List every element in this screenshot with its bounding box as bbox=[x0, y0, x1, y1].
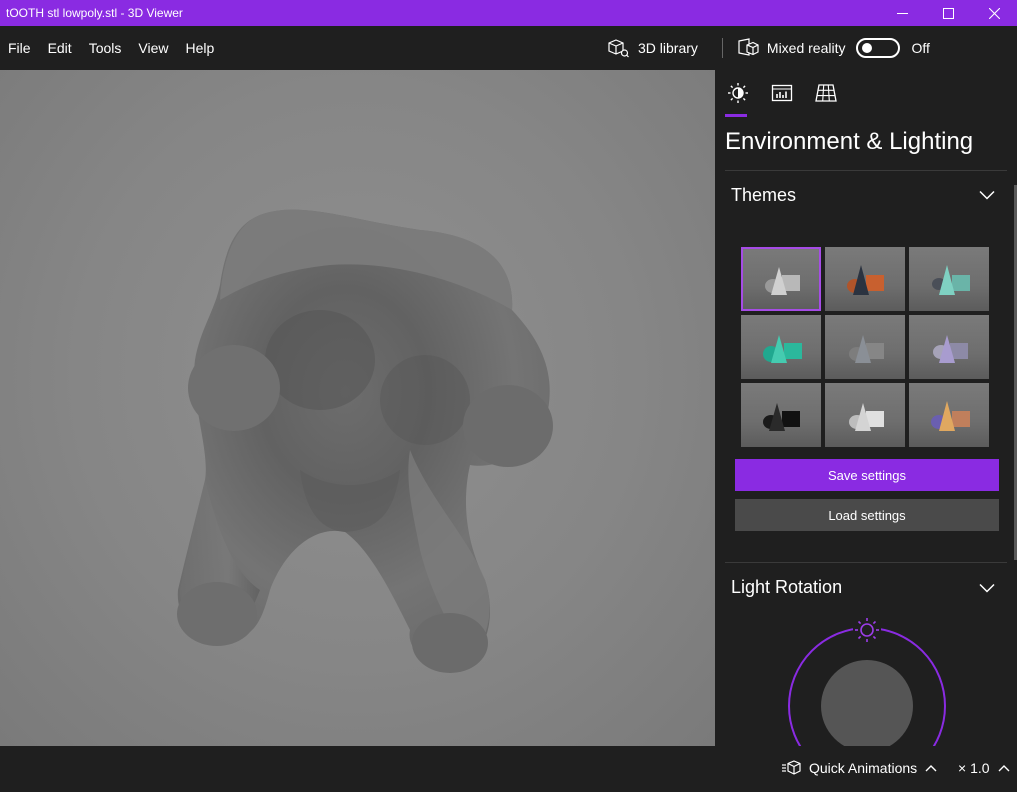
toggle-knob bbox=[861, 43, 872, 53]
mixed-reality-toggle[interactable] bbox=[855, 38, 900, 58]
theme-thumbnail-7[interactable] bbox=[741, 383, 821, 447]
quick-animations-label: Quick Animations bbox=[809, 760, 918, 776]
panel-divider bbox=[725, 562, 1007, 563]
panel-tabs bbox=[725, 82, 857, 117]
light-rotation-dial[interactable] bbox=[775, 610, 955, 746]
quick-animations-button[interactable]: Quick Animations bbox=[782, 760, 944, 776]
load-settings-button[interactable]: Load settings bbox=[735, 499, 999, 531]
tab-stats[interactable] bbox=[769, 82, 813, 116]
chevron-up-icon bbox=[998, 765, 1010, 772]
tab-grid[interactable] bbox=[813, 82, 857, 116]
themes-section-title[interactable]: Themes bbox=[731, 185, 796, 206]
maximize-button[interactable] bbox=[925, 0, 971, 26]
minimize-button[interactable] bbox=[879, 0, 925, 26]
tab-environment-lighting[interactable] bbox=[725, 82, 769, 117]
3d-library-label: 3D library bbox=[638, 40, 698, 56]
menu-edit[interactable]: Edit bbox=[40, 26, 80, 70]
theme-thumbnail-3[interactable] bbox=[909, 247, 989, 311]
status-bar: Quick Animations × 1.0 bbox=[0, 746, 1017, 792]
menu-file[interactable]: File bbox=[0, 26, 39, 70]
theme-thumbnail-6[interactable] bbox=[909, 315, 989, 379]
chevron-down-icon[interactable] bbox=[979, 190, 995, 200]
chevron-up-icon bbox=[925, 765, 937, 772]
tooth-model[interactable] bbox=[0, 70, 715, 746]
cube-icon bbox=[608, 39, 629, 58]
theme-thumbnail-9[interactable] bbox=[909, 383, 989, 447]
menu-view[interactable]: View bbox=[130, 26, 176, 70]
grid-icon bbox=[815, 84, 837, 102]
theme-thumbnail-4[interactable] bbox=[741, 315, 821, 379]
panel-heading: Environment & Lighting bbox=[725, 128, 974, 155]
minimize-icon bbox=[896, 12, 908, 14]
3d-viewport[interactable] bbox=[0, 70, 715, 746]
speed-label: × 1.0 bbox=[958, 760, 990, 776]
save-settings-button[interactable]: Save settings bbox=[735, 459, 999, 491]
chevron-down-icon[interactable] bbox=[979, 583, 995, 593]
maximize-icon bbox=[942, 7, 954, 19]
theme-thumbnail-2[interactable] bbox=[825, 247, 905, 311]
theme-grid bbox=[741, 247, 990, 447]
theme-thumbnail-1[interactable] bbox=[741, 247, 821, 311]
title-bar: tOOTH stl lowpoly.stl - 3D Viewer bbox=[0, 0, 1017, 26]
side-panel: Environment & Lighting Themes Save setti… bbox=[715, 70, 1017, 746]
app-window: tOOTH stl lowpoly.stl - 3D Viewer File E… bbox=[0, 0, 1017, 792]
theme-thumbnail-5[interactable] bbox=[825, 315, 905, 379]
close-icon bbox=[988, 7, 1000, 19]
close-button[interactable] bbox=[971, 0, 1017, 26]
theme-thumbnail-8[interactable] bbox=[825, 383, 905, 447]
speed-button[interactable]: × 1.0 bbox=[958, 760, 1010, 776]
stats-icon bbox=[771, 84, 793, 102]
3d-library-button[interactable]: 3D library bbox=[608, 38, 698, 58]
mixed-reality-label: Mixed reality bbox=[766, 40, 846, 56]
window-title: tOOTH stl lowpoly.stl - 3D Viewer bbox=[6, 6, 183, 20]
mixed-reality-button[interactable]: Mixed reality bbox=[737, 38, 846, 58]
menu-tools[interactable]: Tools bbox=[81, 26, 130, 70]
menu-separator bbox=[721, 38, 723, 58]
window-controls bbox=[879, 0, 1017, 26]
menu-right-group: 3D library Mixed reality Off bbox=[608, 26, 930, 70]
menu-bar: File Edit Tools View Help 3D library Mix… bbox=[0, 26, 1017, 70]
environment-lighting-icon bbox=[728, 83, 748, 103]
panel-divider bbox=[725, 170, 1007, 171]
mixed-reality-state: Off bbox=[911, 40, 930, 56]
light-rotation-section-title[interactable]: Light Rotation bbox=[731, 577, 842, 598]
animation-cube-icon bbox=[782, 760, 801, 775]
menu-help[interactable]: Help bbox=[177, 26, 222, 70]
mixed-reality-icon bbox=[738, 38, 759, 56]
